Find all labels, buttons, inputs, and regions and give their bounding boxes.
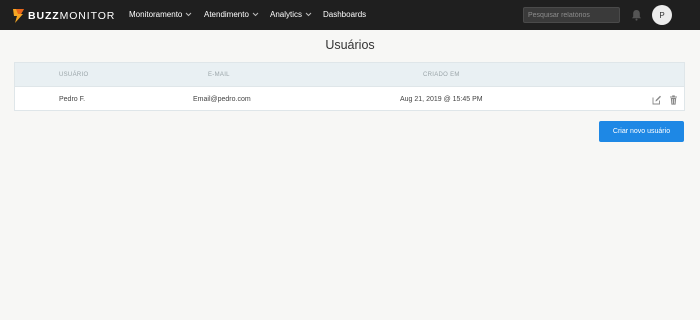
search-input[interactable] <box>523 7 620 23</box>
column-header-criado-em: CRIADO EM <box>423 72 460 78</box>
nav-item-label: Atendimento <box>204 10 249 19</box>
trash-icon[interactable] <box>669 95 678 105</box>
nav-item-monitoramento[interactable]: Monitoramento <box>129 10 192 19</box>
chevron-down-icon <box>252 12 259 17</box>
cell-created-at: Aug 21, 2019 @ 15:45 PM <box>400 96 483 103</box>
page-title: Usuários <box>325 38 375 52</box>
users-table: USUÁRIO E-MAIL CRIADO EM Pedro F. Email@… <box>14 62 685 111</box>
nav-item-label: Dashboards <box>323 10 367 19</box>
nav-item-label: Analytics <box>270 10 303 19</box>
brand-name-light: MONITOR <box>59 9 116 22</box>
brand-mark-icon <box>13 8 24 23</box>
avatar[interactable]: P <box>652 5 672 25</box>
cell-user-name: Pedro F. <box>59 96 86 103</box>
table-header: USUÁRIO E-MAIL CRIADO EM <box>15 63 684 87</box>
create-user-button[interactable]: Criar novo usuário <box>599 121 684 142</box>
avatar-initial: P <box>659 10 665 20</box>
nav-item-atendimento[interactable]: Atendimento <box>204 10 259 19</box>
top-navigation-bar: BUZZMONITOR Monitoramento Atendimento An… <box>0 0 700 30</box>
brand-name-bold: BUZZ <box>28 9 60 22</box>
buzzmonitor-logo[interactable]: BUZZMONITOR <box>12 7 115 24</box>
chevron-down-icon <box>186 12 192 17</box>
chevron-down-icon <box>305 12 312 17</box>
column-header-usuario: USUÁRIO <box>59 72 89 78</box>
nav-item-analytics[interactable]: Analytics <box>270 10 312 19</box>
bell-icon[interactable] <box>631 9 642 21</box>
column-header-email: E-MAIL <box>208 72 230 78</box>
brand-name: BUZZMONITOR <box>28 10 115 22</box>
edit-icon[interactable] <box>652 95 661 105</box>
nav-item-label: Monitoramento <box>129 10 183 19</box>
cell-email: Email@pedro.com <box>193 96 251 103</box>
nav-item-dashboards[interactable]: Dashboards <box>323 10 366 19</box>
